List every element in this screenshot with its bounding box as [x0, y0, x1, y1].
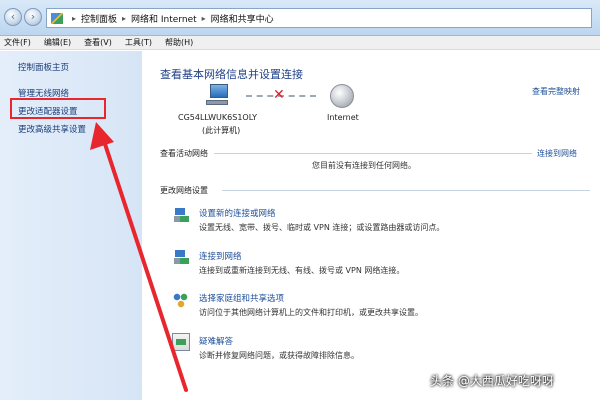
change-settings-heading: 更改网络设置: [160, 186, 208, 195]
forward-arrow-icon[interactable]: ›: [24, 8, 42, 26]
sidebar-item-advanced-sharing[interactable]: 更改高级共享设置: [18, 123, 86, 135]
task-setup-connection-desc: 设置无线、宽带、拨号、临时或 VPN 连接；或设置路由器或访问点。: [199, 223, 445, 232]
connection-status-text: 您目前没有连接到任何网络。: [312, 161, 416, 170]
control-panel-icon: [51, 12, 63, 24]
computer-subtitle: (此计算机): [202, 126, 241, 135]
task-troubleshoot-link[interactable]: 疑难解答: [199, 335, 233, 347]
view-full-map-link[interactable]: 查看完整映射: [532, 86, 580, 97]
menu-tools[interactable]: 工具(T): [125, 37, 152, 48]
sidebar-item-control-panel-home[interactable]: 控制面板主页: [18, 61, 69, 73]
page-title: 查看基本网络信息并设置连接: [160, 68, 303, 81]
active-networks-heading: 查看活动网络: [160, 149, 208, 158]
address-bar-area: ‹ › ▸ 控制面板 ▸ 网络和 Internet ▸ 网络和共享中心: [0, 0, 600, 36]
back-arrow-icon[interactable]: ‹: [4, 8, 22, 26]
task-connect-network-desc: 连接到或重新连接到无线、有线、拨号或 VPN 网络连接。: [199, 266, 405, 275]
section-divider: [214, 153, 532, 154]
breadcrumb-separator-icon: ▸: [201, 13, 206, 23]
computer-icon: [204, 84, 230, 108]
breadcrumb-separator-icon: ▸: [122, 13, 127, 23]
task-connect-network-link[interactable]: 连接到网络: [199, 250, 242, 262]
breadcrumb-network-sharing-center[interactable]: 网络和共享中心: [211, 12, 274, 25]
menu-help[interactable]: 帮助(H): [165, 37, 193, 48]
new-connection-icon: [172, 206, 190, 224]
breadcrumb-network-internet[interactable]: 网络和 Internet: [131, 12, 197, 25]
connect-to-network-link[interactable]: 连接到网络: [537, 148, 577, 159]
task-homegroup-desc: 访问位于其他网络计算机上的文件和打印机，或更改共享设置。: [199, 308, 423, 317]
connect-network-icon: [172, 248, 190, 266]
annotation-highlight-box: [10, 98, 106, 119]
task-setup-connection-link[interactable]: 设置新的连接或网络: [199, 207, 276, 219]
watermark: 头条 @大西瓜好吃呀呀: [430, 374, 554, 388]
disconnected-x-icon: ✕: [273, 87, 285, 103]
computer-name: CG54LLWUK6S1OLY: [178, 113, 257, 122]
menu-view[interactable]: 查看(V): [84, 37, 112, 48]
menu-edit[interactable]: 编辑(E): [44, 37, 71, 48]
menu-bar: 文件(F) 编辑(E) 查看(V) 工具(T) 帮助(H): [0, 36, 600, 50]
address-bar[interactable]: ▸ 控制面板 ▸ 网络和 Internet ▸ 网络和共享中心: [46, 8, 592, 28]
internet-globe-icon: [330, 84, 354, 108]
breadcrumb-control-panel[interactable]: 控制面板: [81, 12, 117, 25]
breadcrumb-separator-icon: ▸: [72, 13, 77, 23]
troubleshoot-icon: [172, 333, 190, 351]
task-homegroup-link[interactable]: 选择家庭组和共享选项: [199, 292, 284, 304]
homegroup-icon: [172, 291, 190, 309]
section-divider: [222, 190, 590, 191]
menu-file[interactable]: 文件(F): [4, 37, 31, 48]
internet-label: Internet: [327, 113, 359, 122]
task-troubleshoot-desc: 诊断并修复网络问题，或获得故障排除信息。: [199, 351, 359, 360]
